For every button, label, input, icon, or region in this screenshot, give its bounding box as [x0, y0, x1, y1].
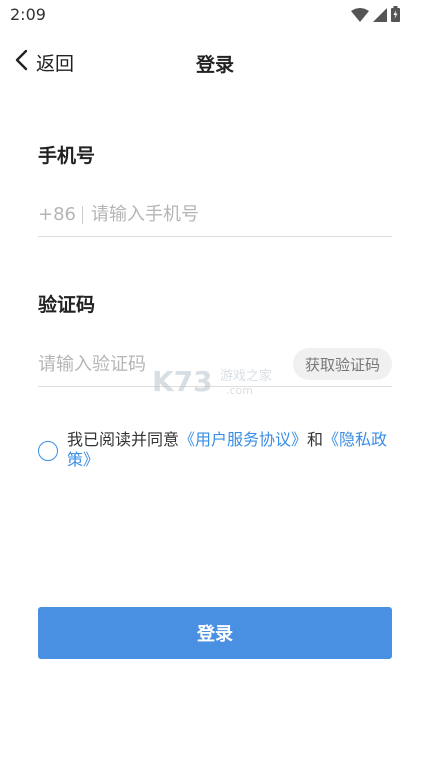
- battery-icon: [391, 6, 400, 26]
- watermark-logo: K73 游戏之家 .com: [152, 364, 282, 398]
- status-time: 2:09: [10, 5, 46, 24]
- login-button[interactable]: 登录: [38, 607, 392, 659]
- agreement-conjunction: 和: [307, 430, 324, 449]
- nav-bar: 返回 登录: [0, 40, 430, 84]
- agreement-row: 我已阅读并同意《用户服务协议》和《隐私政策》: [38, 430, 392, 470]
- get-code-button[interactable]: 获取验证码: [292, 348, 392, 380]
- svg-text:K73: K73: [152, 365, 213, 398]
- wifi-icon: [351, 7, 369, 26]
- agreement-prefix: 我已阅读并同意: [67, 430, 180, 449]
- phone-label: 手机号: [38, 145, 96, 167]
- prefix-divider: [82, 205, 83, 224]
- country-code-prefix: +86: [38, 204, 76, 225]
- phone-input-row: +86: [38, 193, 392, 237]
- agreement-text: 我已阅读并同意《用户服务协议》和《隐私政策》: [67, 430, 392, 470]
- user-agreement-link[interactable]: 《用户服务协议》: [179, 430, 307, 449]
- agreement-radio[interactable]: [38, 441, 58, 461]
- svg-text:.com: .com: [226, 384, 253, 397]
- code-label: 验证码: [38, 294, 96, 316]
- phone-input[interactable]: [91, 204, 392, 225]
- status-icons: [351, 6, 400, 26]
- status-bar: 2:09: [0, 0, 430, 30]
- page-title: 登录: [195, 54, 234, 76]
- signal-icon: [373, 7, 387, 26]
- svg-text:游戏之家: 游戏之家: [220, 368, 272, 384]
